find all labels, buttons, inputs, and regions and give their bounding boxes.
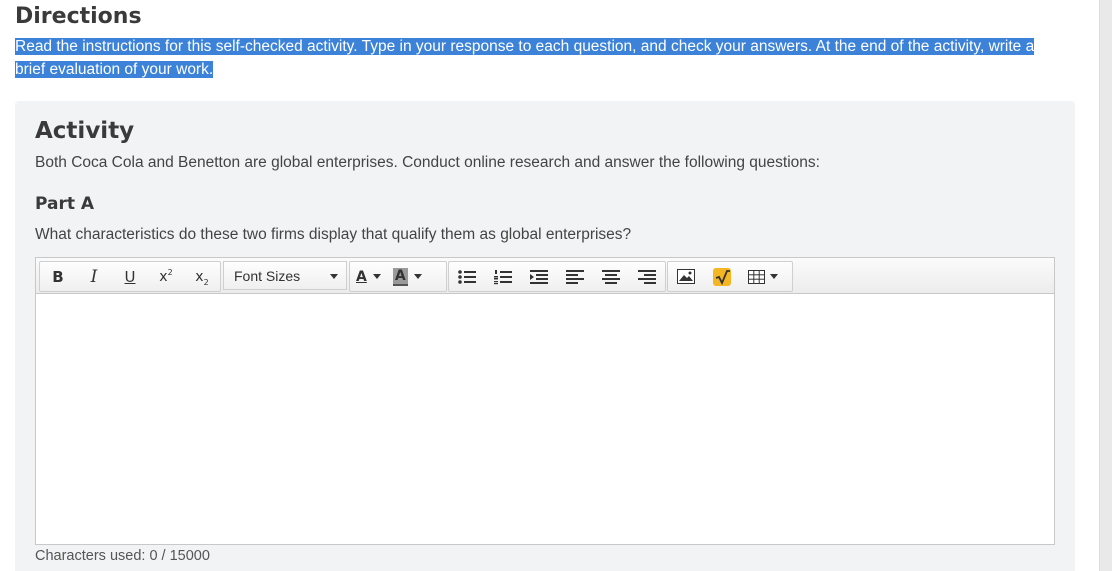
highlight-color-icon: A xyxy=(392,267,408,286)
subscript-button[interactable]: x2 xyxy=(184,262,220,291)
question-text: What characteristics do these two firms … xyxy=(35,226,632,243)
align-left-icon xyxy=(566,269,584,284)
italic-button[interactable]: I xyxy=(76,262,112,291)
insert-group xyxy=(667,261,793,292)
math-sqrt-icon xyxy=(713,267,731,286)
indent-icon xyxy=(530,269,548,284)
directions-text: Read the instructions for this self-chec… xyxy=(15,35,1060,81)
superscript-icon: x2 xyxy=(159,267,173,285)
chevron-down-icon xyxy=(413,274,422,279)
editor-toolbar: B I U x2 x2 Font Sizes A A xyxy=(36,258,1054,294)
font-sizes-dropdown[interactable]: Font Sizes xyxy=(223,261,347,290)
font-color-icon: A xyxy=(356,268,367,285)
align-right-icon xyxy=(638,269,656,284)
activity-title: Activity xyxy=(35,118,135,144)
rich-text-editor: B I U x2 x2 Font Sizes A A xyxy=(35,257,1055,545)
insert-math-button[interactable] xyxy=(704,262,740,291)
chevron-down-icon xyxy=(330,274,338,279)
bullet-list-icon xyxy=(458,269,476,284)
align-right-button[interactable] xyxy=(629,262,665,291)
part-title: Part A xyxy=(35,194,95,214)
page: Directions Read the instructions for thi… xyxy=(0,0,1112,571)
underline-button[interactable]: U xyxy=(112,262,148,291)
color-group: A A xyxy=(349,261,447,292)
table-icon xyxy=(748,269,765,284)
indent-button[interactable] xyxy=(521,262,557,291)
align-center-icon xyxy=(602,269,620,284)
align-center-button[interactable] xyxy=(593,262,629,291)
align-left-button[interactable] xyxy=(557,262,593,291)
text-style-group: B I U x2 x2 xyxy=(39,261,221,292)
insert-table-button[interactable] xyxy=(740,262,786,291)
editor-text-area[interactable] xyxy=(36,294,1054,544)
paragraph-group xyxy=(448,261,666,292)
activity-intro: Both Coca Cola and Benetton are global e… xyxy=(35,154,820,171)
character-count: Characters used: 0 / 15000 xyxy=(35,548,210,564)
image-icon xyxy=(677,269,695,284)
font-sizes-label: Font Sizes xyxy=(234,267,301,284)
superscript-button[interactable]: x2 xyxy=(148,262,184,291)
directions-text-line2: brief evaluation of your work. xyxy=(15,61,214,78)
directions-text-line1: Read the instructions for this self-chec… xyxy=(15,38,1035,55)
italic-icon: I xyxy=(90,266,98,287)
insert-image-button[interactable] xyxy=(668,262,704,291)
font-color-button[interactable]: A xyxy=(350,262,387,291)
bullet-list-button[interactable] xyxy=(449,262,485,291)
numbered-list-button[interactable] xyxy=(485,262,521,291)
chevron-down-icon xyxy=(770,274,778,279)
bold-button[interactable]: B xyxy=(40,262,76,291)
activity-panel: Activity Both Coca Cola and Benetton are… xyxy=(15,101,1075,571)
underline-icon: U xyxy=(124,267,136,286)
numbered-list-icon xyxy=(494,269,512,284)
subscript-icon: x2 xyxy=(195,268,209,287)
directions-section: Directions Read the instructions for thi… xyxy=(15,2,1060,81)
highlight-color-button[interactable]: A xyxy=(387,262,428,291)
bold-icon: B xyxy=(52,267,64,286)
directions-title: Directions xyxy=(15,4,142,29)
page-scrollbar[interactable] xyxy=(1099,0,1112,571)
chevron-down-icon xyxy=(372,274,381,279)
